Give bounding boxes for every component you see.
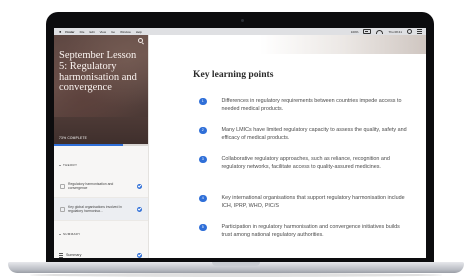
content-heading: Key learning points <box>193 69 274 80</box>
point-text: Collaborative regulatory approaches, suc… <box>221 156 390 171</box>
battery-icon[interactable] <box>363 29 372 34</box>
point-number-badge: 2 <box>199 126 207 134</box>
caret-down-icon <box>59 164 61 166</box>
section-theory-label: THEORY <box>63 163 78 167</box>
check-icon <box>137 252 142 258</box>
content-banner <box>149 35 426 54</box>
point-number-badge: 1 <box>199 97 207 105</box>
point-number-badge: 5 <box>199 223 207 231</box>
lesson-hero: September Lesson 5: Regulatory harmonisa… <box>54 35 148 117</box>
learning-point: 3 Collaborative regulatory approaches, s… <box>199 155 409 172</box>
menubar-status-area: 100% Thu 08:41 <box>346 29 422 34</box>
lesson-item-key-global-organisations[interactable]: Key global organisations involved in reg… <box>54 198 148 221</box>
menu-app-name[interactable]: Finder <box>65 30 74 34</box>
section-summary[interactable]: SUMMARY <box>59 232 80 236</box>
page-icon <box>60 183 65 189</box>
point-number-badge: 4 <box>199 194 207 202</box>
section-summary-label: SUMMARY <box>63 232 81 236</box>
progress-status: 73% COMPLETE <box>59 136 88 140</box>
lesson-content: Key learning points 1 Differences in reg… <box>149 35 426 258</box>
menu-go[interactable]: Go <box>111 30 115 34</box>
menu-help[interactable]: Help <box>136 30 142 34</box>
learning-point: 4 Key international organisations that s… <box>199 194 409 211</box>
apple-icon[interactable]: ● <box>59 29 61 34</box>
lesson-item-label: Key global organisations involved in reg… <box>68 204 122 213</box>
learning-point: 2 Many LMICs have limited regulatory cap… <box>199 126 409 143</box>
progress-bar-fill <box>54 144 123 146</box>
section-theory[interactable]: THEORY <box>59 163 77 167</box>
menu-file[interactable]: File <box>80 30 85 34</box>
search-icon[interactable] <box>138 38 143 43</box>
menu-window[interactable]: Window <box>120 30 131 34</box>
learning-point: 5 Participation in regulatory harmonisat… <box>199 223 409 240</box>
progress-bar <box>54 144 148 146</box>
laptop-shadow <box>30 273 442 277</box>
summary-item-label: Summary <box>66 253 82 257</box>
menu-view[interactable]: View <box>100 30 106 34</box>
notification-center-icon[interactable] <box>417 29 422 34</box>
lesson-item-label: Regulatory harmonisation and convergence <box>68 181 114 190</box>
check-icon <box>137 206 142 212</box>
point-text: Key international organisations that sup… <box>221 195 405 210</box>
summary-item[interactable]: Summary <box>54 249 148 258</box>
spotlight-search-icon[interactable] <box>407 29 412 34</box>
check-icon <box>137 183 142 189</box>
list-icon <box>59 252 63 258</box>
mac-menubar: ● Finder File Edit View Go Window Help 1… <box>54 28 426 35</box>
lesson-item-regulatory-harmonisation[interactable]: Regulatory harmonisation and convergence <box>54 175 148 198</box>
menu-edit[interactable]: Edit <box>89 30 94 34</box>
caret-down-icon <box>59 233 61 235</box>
point-text: Differences in regulatory requirements b… <box>221 98 402 113</box>
webcam <box>241 19 244 22</box>
point-text: Many LMICs have limited regulatory capac… <box>221 127 407 142</box>
point-text: Participation in regulatory harmonisatio… <box>221 224 400 239</box>
lesson-title: September Lesson 5: Regulatory harmonisa… <box>59 50 137 94</box>
learning-point: 1 Differences in regulatory requirements… <box>199 97 409 114</box>
battery-percent: 100% <box>350 29 359 34</box>
laptop-screen: ● Finder File Edit View Go Window Help 1… <box>54 28 426 258</box>
laptop-notch <box>212 262 260 266</box>
menubar-clock[interactable]: Thu 08:41 <box>388 30 402 34</box>
wifi-icon[interactable] <box>376 29 384 34</box>
lesson-sidebar: September Lesson 5: Regulatory harmonisa… <box>54 35 149 258</box>
page-icon <box>60 206 65 212</box>
point-number-badge: 3 <box>199 155 207 163</box>
